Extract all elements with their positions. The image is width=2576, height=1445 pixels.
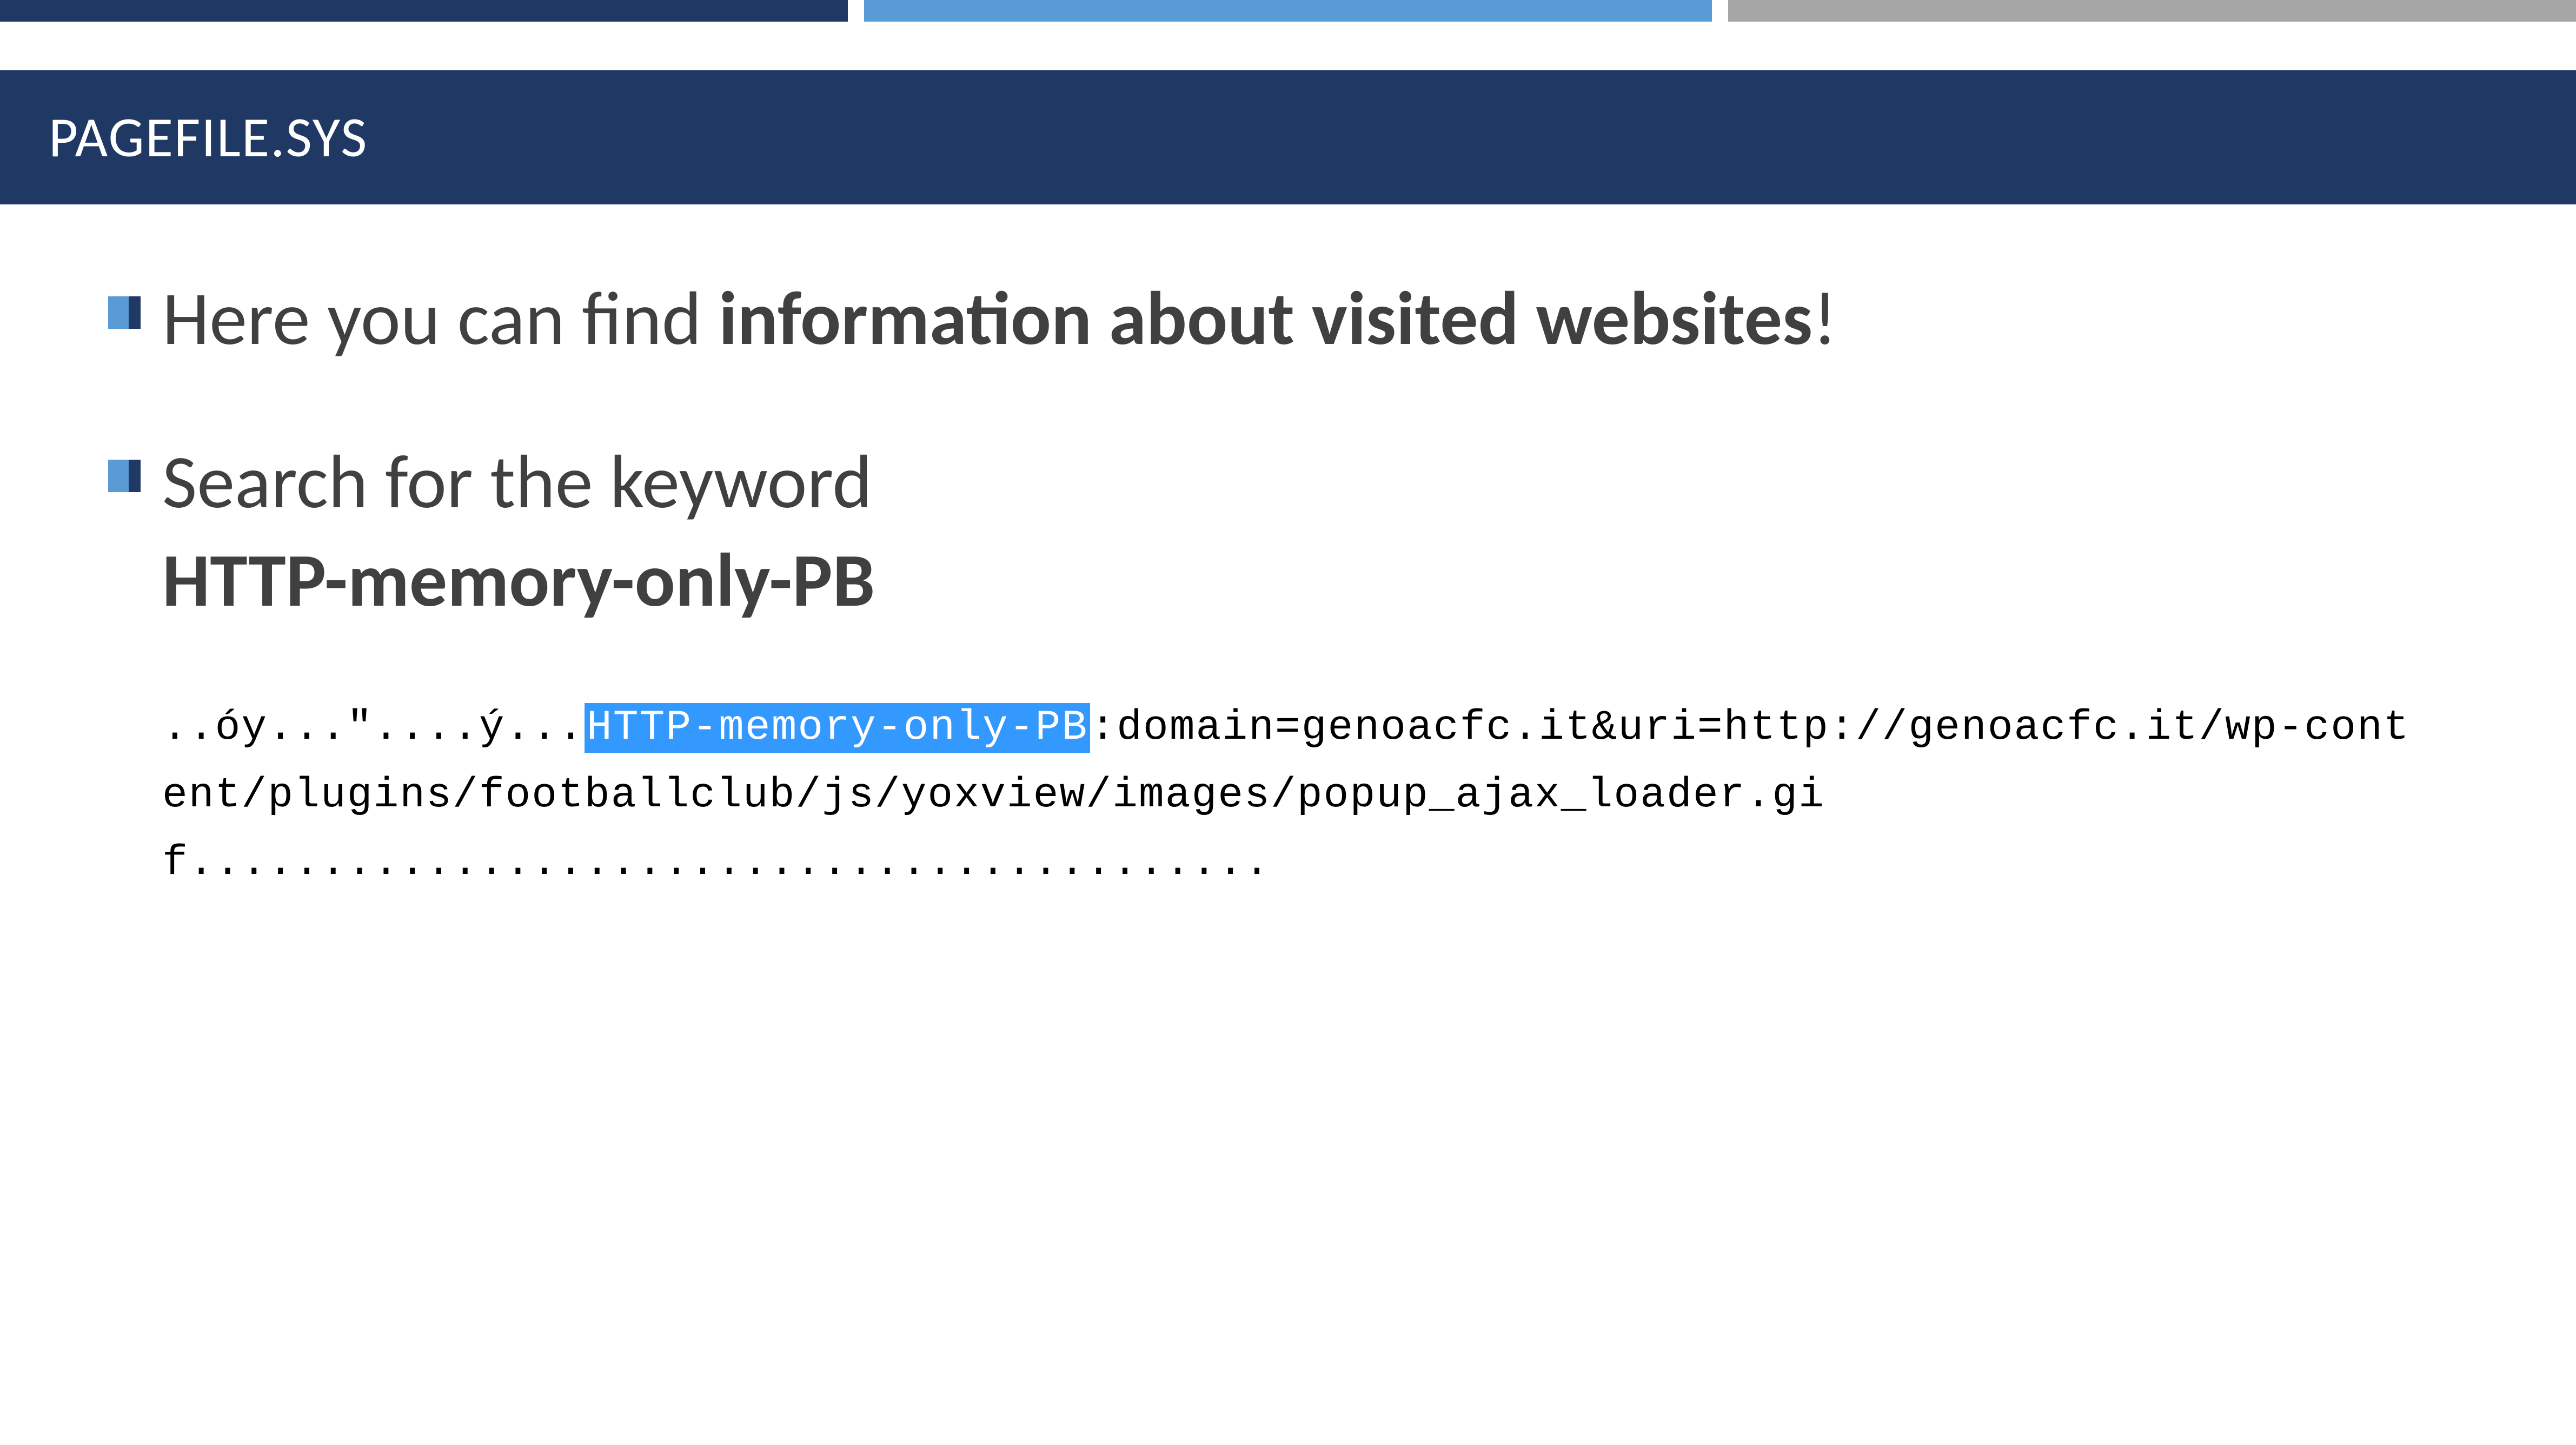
- bullet-prefix: Search for the keyword: [162, 435, 872, 528]
- slide-title-band: PAGEFILE.SYS: [0, 70, 2576, 204]
- slide-title: PAGEFILE.SYS: [49, 103, 2527, 172]
- hex-prefix: ..óy..."....ý...: [162, 704, 585, 752]
- bullet-suffix: !: [1813, 272, 1837, 364]
- accent-bar-navy: [0, 0, 848, 22]
- bullet-bold: HTTP-memory-only-PB: [162, 534, 875, 626]
- bullet-bold: information about visited websites: [719, 272, 1813, 364]
- accent-bar-blue: [864, 0, 1712, 22]
- slide-body: Here you can find information about visi…: [0, 204, 2576, 897]
- bullet-item: Here you can find information about visi…: [108, 269, 2425, 368]
- bullet-prefix: Here you can find: [162, 272, 719, 364]
- hex-dump-block: ..óy..."....ý...HTTP-memory-only-PB:doma…: [162, 694, 2425, 897]
- bullet-text: Search for the keyword HTTP-memory-only-…: [162, 433, 875, 629]
- bullet-marker-icon: [108, 460, 141, 492]
- accent-bar-gray: [1728, 0, 2576, 22]
- bullet-marker-icon: [108, 296, 141, 329]
- hex-highlight: HTTP-memory-only-PB: [585, 703, 1090, 753]
- accent-bars: [0, 0, 2576, 22]
- bullet-item: Search for the keyword HTTP-memory-only-…: [108, 433, 2425, 629]
- bullet-text: Here you can find information about visi…: [162, 269, 1837, 368]
